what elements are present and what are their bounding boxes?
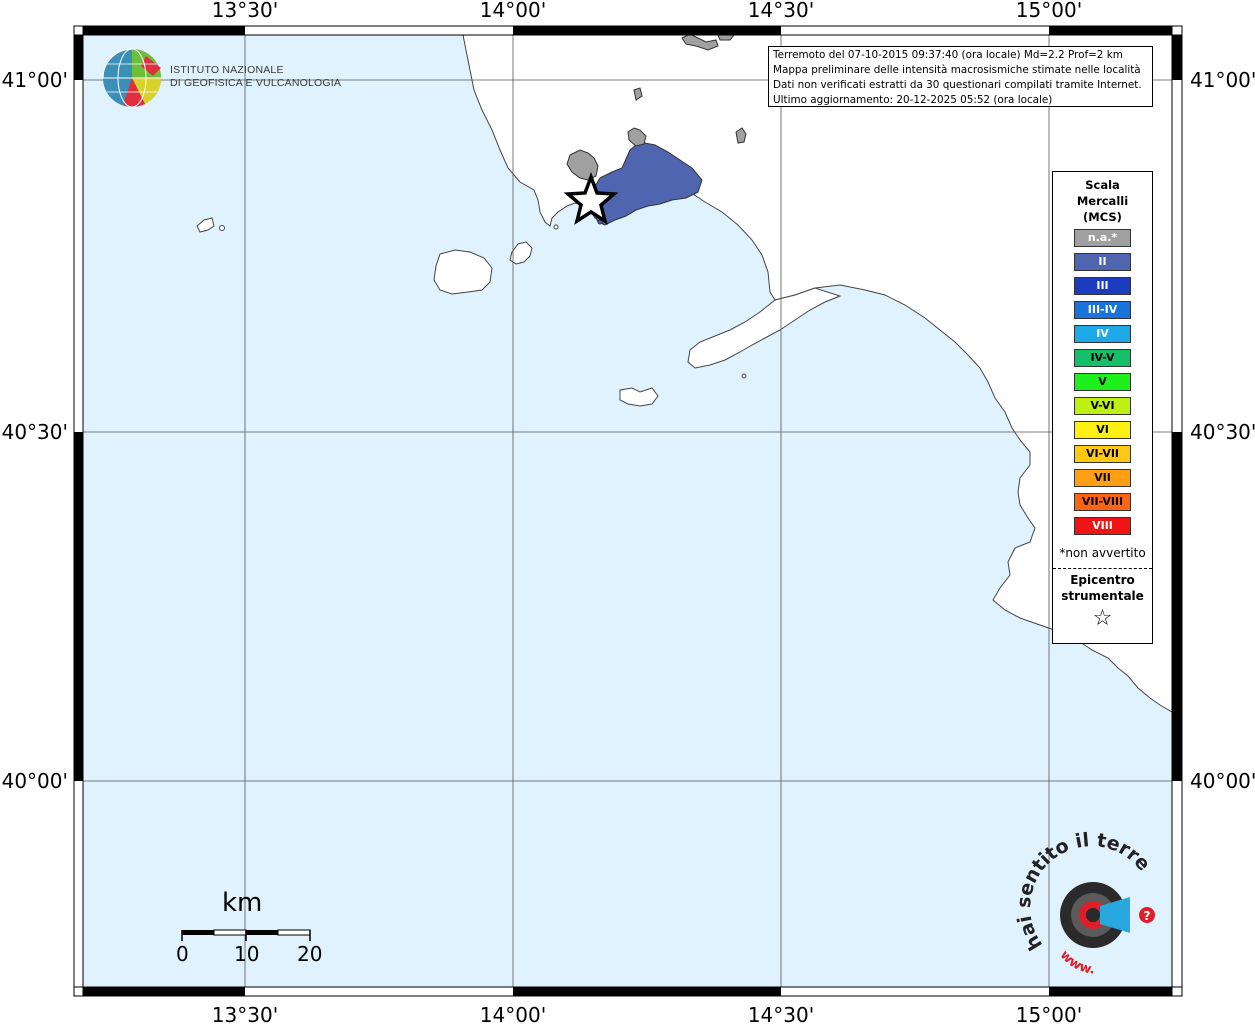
lon-label-bottom: 14°30' — [748, 1003, 814, 1024]
islet — [553, 224, 559, 230]
lon-label-bottom: 14°00' — [480, 1003, 546, 1024]
ingv-name-line1: ISTITUTO NAZIONALE — [170, 64, 284, 76]
lon-label-top: 15°00' — [1016, 0, 1082, 22]
svg-text:?: ? — [1144, 909, 1151, 923]
legend-title-line: Scala — [1085, 178, 1120, 192]
legend-divider — [1053, 568, 1152, 569]
legend-star-icon: ☆ — [1092, 606, 1113, 631]
scale-tick-label: 0 — [176, 942, 189, 966]
lon-label-top: 14°30' — [748, 0, 814, 22]
legend-swatch: n.a.* — [1074, 229, 1131, 247]
legend-swatch: V-VI — [1074, 397, 1131, 415]
legend-epicenter-label: Epicentro strumentale — [1053, 572, 1152, 604]
lat-label-left: 40°30' — [2, 420, 68, 444]
lat-label-right: 40°30' — [1190, 420, 1255, 444]
legend-swatch: III-IV — [1074, 301, 1131, 319]
lon-label-top: 13°30' — [212, 0, 278, 22]
ingv-name-line2: DI GEOFISICA E VULCANOLOGIA — [170, 77, 342, 89]
legend-title: Scala Mercalli (MCS) — [1053, 177, 1152, 225]
legend-swatch: IV — [1074, 325, 1131, 343]
legend-swatch: VI — [1074, 421, 1131, 439]
islet — [219, 225, 225, 231]
legend-swatch: IV-V — [1074, 349, 1131, 367]
legend-title-line: (MCS) — [1083, 210, 1122, 224]
event-info-box: Terremoto del 07-10-2015 09:37:40 (ora l… — [768, 46, 1153, 107]
data-source-line: Dati non verificati estratti da 30 quest… — [773, 79, 1142, 91]
globe-icon — [102, 48, 162, 108]
event-info-line: Terremoto del 07-10-2015 09:37:40 (ora l… — [773, 49, 1123, 61]
legend-swatch: VIII — [1074, 517, 1131, 535]
lat-label-left: 40°00' — [2, 769, 68, 793]
legend-swatch: VII-VIII — [1074, 493, 1131, 511]
logo-center — [1086, 908, 1100, 922]
legend-swatch: V — [1074, 373, 1131, 391]
lat-label-left: 41°00' — [2, 68, 68, 92]
lon-label-bottom: 13°30' — [212, 1003, 278, 1024]
legend-epicenter-line: strumentale — [1061, 589, 1144, 603]
lon-label-top: 14°00' — [480, 0, 546, 22]
scale-unit-label: km — [222, 888, 263, 918]
lat-label-right: 41°00' — [1190, 68, 1255, 92]
intensity-legend: Scala Mercalli (MCS) n.a.* II III III-IV IV I… — [1052, 171, 1153, 644]
legend-swatch: II — [1074, 253, 1131, 271]
legend-note: *non avvertito — [1059, 546, 1146, 560]
last-update-line: Ultimo aggiornamento: 20-12-2025 05:52 (… — [773, 94, 1053, 106]
lon-label-bottom: 15°00' — [1016, 1003, 1082, 1024]
map-description-line: Mappa preliminare delle intensità macros… — [773, 64, 1141, 76]
islet — [741, 373, 747, 379]
legend-title-line: Mercalli — [1076, 194, 1129, 208]
legend-swatch: VII — [1074, 469, 1131, 487]
scale-tick-label: 10 — [234, 942, 260, 966]
lat-label-right: 40°00' — [1190, 769, 1255, 793]
legend-swatch: VI-VII — [1074, 445, 1131, 463]
legend-epicenter-line: Epicentro — [1070, 573, 1135, 587]
legend-swatch: III — [1074, 277, 1131, 295]
ingv-name: ISTITUTO NAZIONALE DI GEOFISICA E VULCAN… — [170, 64, 341, 90]
scale-tick-label: 20 — [297, 942, 323, 966]
